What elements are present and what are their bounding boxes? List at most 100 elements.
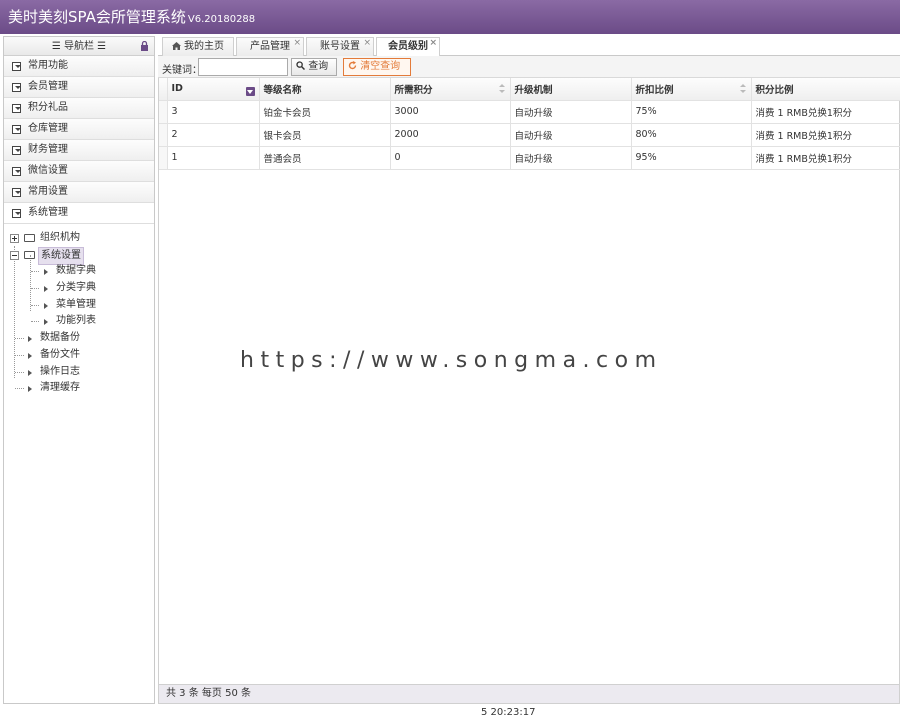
nav-header: ☰ 导航栏 ☰	[4, 37, 154, 56]
tree-node-operation-log[interactable]: 操作日志	[4, 364, 154, 381]
menu-wechat[interactable]: 微信设置	[4, 161, 154, 182]
tab-account-settings[interactable]: 账号设置 ×	[306, 37, 374, 56]
cell-ratio: 消费 1 RMB兑换1积分	[751, 146, 900, 170]
col-required-points[interactable]: 所需积分	[390, 78, 511, 101]
tab-product-management[interactable]: 产品管理 ×	[236, 37, 304, 56]
tree-node-category-dictionary[interactable]: 分类字典	[4, 280, 154, 297]
col-discount-ratio[interactable]: 折扣比例	[631, 78, 752, 101]
member-level-table: ID 等级名称 所需积分 升级机制 折扣比例 积分比例 3 铂金卡会员 3000…	[159, 78, 900, 170]
close-icon[interactable]: ×	[293, 34, 301, 52]
app-version: V6.20180288	[187, 14, 256, 25]
cell-points: 0	[390, 146, 511, 170]
sort-icon[interactable]	[498, 84, 505, 94]
tree-node-function-list[interactable]: 功能列表	[4, 313, 154, 330]
menu-system-management[interactable]: 系统管理	[4, 203, 154, 224]
search-button[interactable]: 查询	[291, 58, 337, 76]
tab-label: 我的主页	[184, 41, 224, 52]
table-header-row: ID 等级名称 所需积分 升级机制 折扣比例 积分比例	[159, 78, 900, 101]
menu-points-gifts[interactable]: 积分礼品	[4, 98, 154, 119]
menu-member-management[interactable]: 会员管理	[4, 77, 154, 98]
tab-home[interactable]: 我的主页	[162, 37, 234, 56]
row-selector[interactable]	[159, 146, 168, 170]
cell-discount: 75%	[631, 100, 752, 124]
col-id[interactable]: ID	[167, 78, 260, 101]
pagination-footer: 共 3 条 每页 50 条	[158, 684, 900, 704]
tab-label: 会员级别	[388, 41, 428, 52]
row-selector[interactable]	[159, 100, 168, 124]
search-toolbar: 关键词： 查询 清空查询	[158, 56, 900, 78]
tree-label: 组织机构	[40, 232, 80, 243]
title-bar: 美时美刻SPA会所管理系统 V6.20180288	[0, 0, 900, 34]
keyword-label: 关键词：	[162, 65, 202, 76]
menu-common-functions[interactable]: 常用功能	[4, 56, 154, 77]
collapse-box-icon[interactable]	[10, 250, 19, 260]
table-row[interactable]: 1 普通会员 0 自动升级 95% 消费 1 RMB兑换1积分	[159, 146, 900, 170]
arrow-icon	[44, 319, 48, 326]
refresh-icon	[348, 61, 357, 70]
expand-icon	[12, 188, 21, 197]
tree-node-backup-files[interactable]: 备份文件	[4, 347, 154, 364]
col-label: 折扣比例	[635, 84, 674, 96]
cell-mechanism: 自动升级	[510, 123, 632, 147]
expand-box-icon[interactable]	[10, 234, 19, 243]
cell-ratio: 消费 1 RMB兑换1积分	[751, 100, 900, 124]
col-points-ratio[interactable]: 积分比例	[751, 78, 900, 101]
close-icon[interactable]: ×	[363, 34, 371, 52]
sidebar: ☰ 导航栏 ☰ 常用功能 会员管理 积分礼品 仓库管理 财务管理 微信设置 常用…	[3, 36, 155, 704]
menu-label: 微信设置	[28, 165, 68, 176]
tab-member-levels[interactable]: 会员级别 ×	[376, 37, 440, 57]
col-label: 积分比例	[755, 84, 794, 96]
cell-points: 2000	[390, 123, 511, 147]
home-icon	[172, 42, 181, 50]
expand-icon	[12, 167, 21, 176]
tree-label: 分类字典	[56, 282, 96, 294]
close-icon[interactable]: ×	[429, 34, 437, 52]
menu-warehouse[interactable]: 仓库管理	[4, 119, 154, 140]
tree-label: 备份文件	[40, 348, 80, 360]
expand-icon	[12, 62, 21, 71]
col-level-name[interactable]: 等级名称	[259, 78, 391, 101]
sort-icon[interactable]	[739, 84, 746, 94]
keyword-input[interactable]	[198, 58, 288, 76]
table-row[interactable]: 3 铂金卡会员 3000 自动升级 75% 消费 1 RMB兑换1积分	[159, 100, 900, 124]
menu-finance[interactable]: 财务管理	[4, 140, 154, 161]
menu-label: 积分礼品	[28, 102, 68, 113]
menu-label: 常用功能	[28, 60, 68, 71]
folder-open-icon	[24, 250, 35, 259]
status-time: 5 20:23:17	[481, 707, 536, 718]
cell-mechanism: 自动升级	[510, 146, 632, 170]
menu-label: 仓库管理	[28, 123, 68, 134]
menu-label: 系统管理	[28, 207, 68, 218]
tab-label: 账号设置	[320, 41, 360, 52]
col-upgrade-mechanism[interactable]: 升级机制	[510, 78, 632, 101]
col-label: ID	[171, 83, 183, 95]
app-title: 美时美刻SPA会所管理系统 V6.20180288	[8, 8, 256, 26]
watermark: https://www.songma.com	[216, 348, 682, 374]
search-button-label: 查询	[308, 61, 329, 72]
cell-ratio: 消费 1 RMB兑换1积分	[751, 123, 900, 147]
cell-id: 2	[167, 123, 260, 147]
col-label: 等级名称	[263, 84, 302, 96]
tree-label: 清理缓存	[40, 382, 80, 394]
col-label: 所需积分	[394, 84, 433, 96]
table-row[interactable]: 2 银卡会员 2000 自动升级 80% 消费 1 RMB兑换1积分	[159, 123, 900, 147]
clear-search-button[interactable]: 清空查询	[343, 58, 411, 76]
tree-node-data-backup[interactable]: 数据备份	[4, 330, 154, 347]
row-selector[interactable]	[159, 123, 168, 147]
tree-node-org[interactable]: 组织机构	[4, 230, 154, 247]
cell-level-name: 银卡会员	[259, 123, 391, 147]
tree-node-data-dictionary[interactable]: 数据字典	[4, 263, 154, 280]
arrow-icon	[44, 286, 48, 293]
sort-desc-icon[interactable]	[245, 87, 255, 96]
expand-icon	[12, 209, 21, 218]
cell-level-name: 铂金卡会员	[259, 100, 391, 124]
arrow-icon	[28, 386, 32, 393]
cell-id: 3	[167, 100, 260, 124]
menu-label: 会员管理	[28, 81, 68, 92]
lock-icon[interactable]	[140, 41, 149, 51]
menu-common-settings[interactable]: 常用设置	[4, 182, 154, 203]
system-tree: 组织机构 系统设置 数据字典 分类字典 菜单管理 功能列表 数据备份 备份文件 …	[4, 224, 154, 397]
tree-node-clear-cache[interactable]: 清理缓存	[4, 380, 154, 397]
tree-node-sys-settings[interactable]: 系统设置	[4, 246, 154, 265]
tree-node-menu-management[interactable]: 菜单管理	[4, 297, 154, 314]
